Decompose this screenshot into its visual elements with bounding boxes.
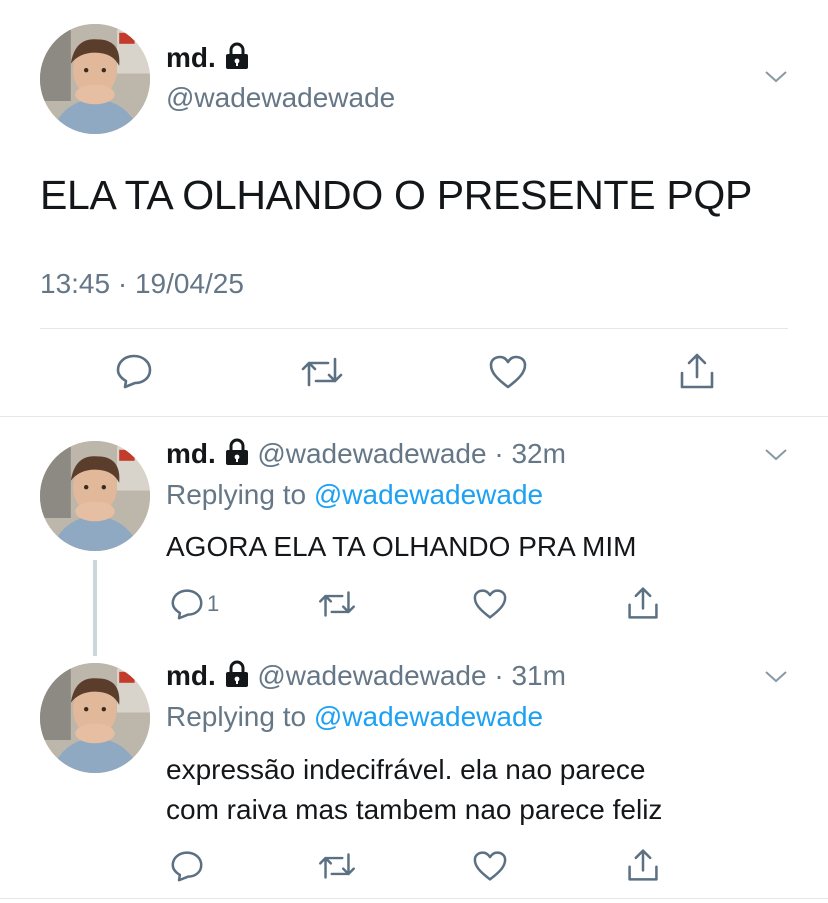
- tweet-text: ELA TA OLHANDO O PRESENTE PQP: [40, 172, 753, 218]
- share-icon[interactable]: [626, 585, 660, 621]
- reply-time[interactable]: · 31m: [494, 660, 566, 691]
- reply-time[interactable]: · 32m: [494, 438, 566, 469]
- reply-header: md. @wadewadewade · 32m: [166, 438, 566, 473]
- handle[interactable]: @wadewadewade: [166, 82, 395, 114]
- avatar[interactable]: [40, 663, 150, 773]
- divider: [40, 328, 788, 329]
- like-icon[interactable]: [472, 850, 508, 882]
- reply-text: AGORA ELA TA OLHANDO PRA MIM: [166, 531, 637, 562]
- share-icon[interactable]: [626, 847, 660, 883]
- divider: [0, 898, 828, 899]
- display-name-text: md.: [166, 42, 216, 73]
- reply-text-line: com raiva mas tambem nao parece feliz: [166, 794, 663, 825]
- reply-count: 1: [207, 591, 220, 616]
- replying-to: Replying to @wadewadewade: [166, 479, 543, 511]
- reply-header: md. @wadewadewade · 31m: [166, 660, 566, 695]
- tweet-timestamp[interactable]: 13:45 · 19/04/25: [40, 268, 244, 300]
- handle[interactable]: @wadewadewade: [257, 438, 486, 469]
- retweet-icon[interactable]: [317, 589, 357, 619]
- avatar[interactable]: [40, 441, 150, 551]
- lock-icon: [224, 660, 250, 695]
- chevron-down-icon[interactable]: [764, 670, 788, 684]
- reply-icon[interactable]: [115, 353, 153, 389]
- avatar[interactable]: [40, 24, 150, 134]
- replying-to-handle[interactable]: @wadewadewade: [314, 701, 543, 732]
- thread-line: [93, 560, 97, 656]
- retweet-icon[interactable]: [317, 851, 357, 881]
- replying-to-handle[interactable]: @wadewadewade: [314, 479, 543, 510]
- reply-text-line: expressão indecifrável. ela nao parece: [166, 754, 646, 785]
- chevron-down-icon[interactable]: [764, 448, 788, 462]
- retweet-icon[interactable]: [300, 355, 344, 389]
- replying-to: Replying to @wadewadewade: [166, 701, 543, 733]
- share-icon[interactable]: [678, 351, 716, 391]
- like-icon[interactable]: [488, 354, 528, 390]
- lock-icon: [224, 438, 250, 473]
- like-icon[interactable]: [472, 588, 508, 620]
- reply-icon[interactable]: [170, 850, 204, 882]
- display-name[interactable]: md.: [166, 438, 216, 469]
- display-name[interactable]: md.: [166, 660, 216, 691]
- display-name[interactable]: md.: [166, 42, 250, 77]
- chevron-down-icon[interactable]: [764, 70, 788, 84]
- divider: [0, 416, 828, 417]
- replying-to-label: Replying to: [166, 701, 307, 732]
- handle[interactable]: @wadewadewade: [257, 660, 486, 691]
- reply-icon[interactable]: [170, 588, 204, 620]
- replying-to-label: Replying to: [166, 479, 307, 510]
- lock-icon: [224, 42, 250, 77]
